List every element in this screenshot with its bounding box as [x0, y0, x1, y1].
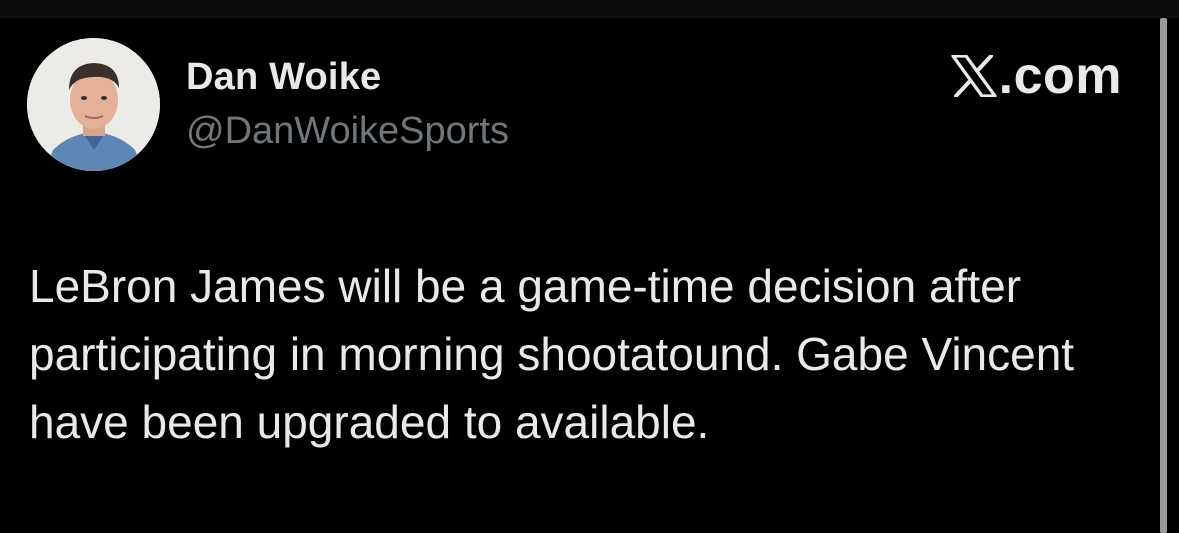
avatar[interactable] — [27, 38, 160, 171]
top-bar — [0, 0, 1179, 18]
author-display-name[interactable]: Dan Woike — [186, 56, 381, 99]
x-com-watermark: .com — [951, 50, 1122, 102]
avatar-photo — [27, 38, 160, 171]
x-logo-icon — [951, 55, 997, 97]
tweet-body-text: LeBron James will be a game-time decisio… — [29, 260, 1075, 448]
scrollbar[interactable] — [1160, 18, 1167, 533]
brand-domain-text: .com — [998, 47, 1122, 105]
author-handle[interactable]: @DanWoikeSports — [186, 110, 509, 153]
